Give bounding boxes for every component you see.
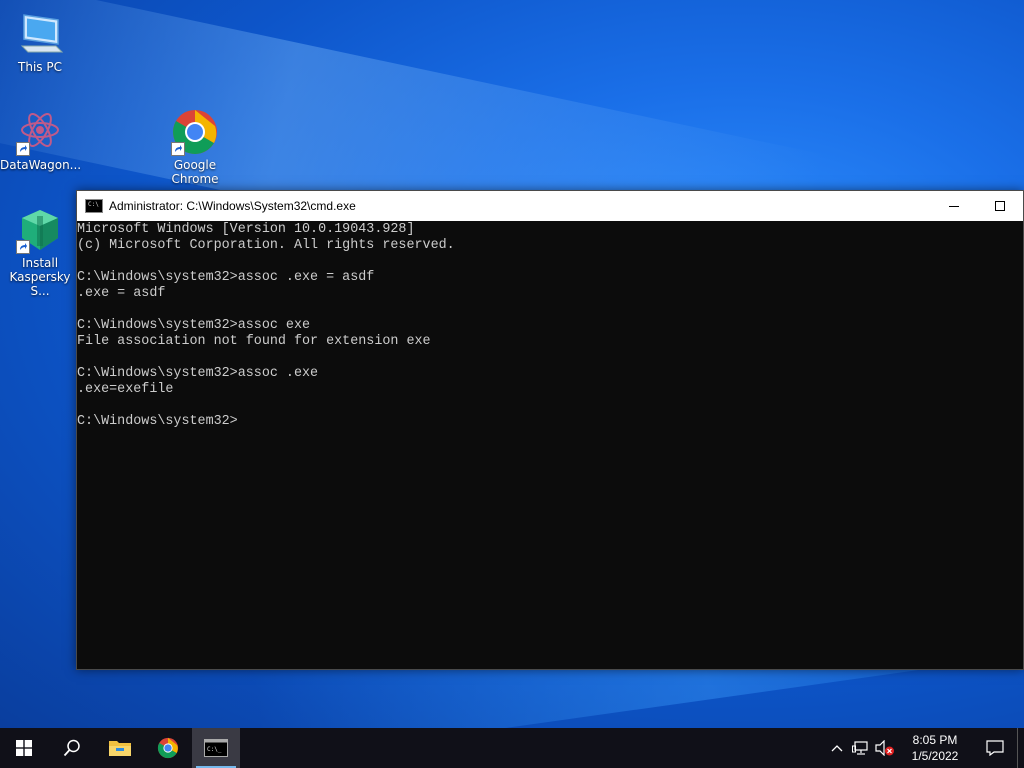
cmd-icon: C:\_ [204,739,228,757]
cmd-app-icon: C:\ [85,199,103,213]
notification-icon [986,740,1004,756]
cmd-window[interactable]: C:\ Administrator: C:\Windows\System32\c… [76,190,1024,670]
search-icon [63,739,80,757]
show-hidden-icons-button[interactable] [825,728,849,768]
maximize-icon [995,201,1005,211]
windows-logo-icon [16,740,32,756]
shortcut-arrow-icon [171,142,185,156]
computer-icon [16,10,64,58]
kaspersky-install-icon [16,206,64,254]
search-button[interactable] [48,728,96,768]
console-line: (c) Microsoft Corporation. All rights re… [77,238,455,253]
taskbar-chrome[interactable] [144,728,192,768]
folder-icon [109,741,131,756]
network-icon [852,741,868,755]
desktop-icon-google-chrome[interactable]: Google Chrome [155,108,235,186]
desktop-icon-datawagon[interactable]: DataWagon... [0,108,81,172]
volume-muted-icon [875,740,894,756]
taskbar-cmd[interactable]: C:\_ [192,728,240,768]
start-button[interactable] [0,728,48,768]
clock-time: 8:05 PM [912,733,958,747]
console-line: C:\Windows\system32>assoc .exe [77,366,319,381]
console-line: File association not found for extension… [77,334,431,349]
desktop-icon-install-kaspersky[interactable]: Install Kaspersky S... [0,206,80,298]
network-button[interactable] [849,728,873,768]
show-desktop-button[interactable] [1017,728,1024,768]
desktop: This PC DataWagon... Google Chrome Insta… [0,0,1024,728]
console-line: C:\Windows\system32>assoc exe [77,318,311,333]
window-title: Administrator: C:\Windows\System32\cmd.e… [109,199,356,213]
svg-text:C:\_: C:\_ [207,746,222,753]
taskbar: C:\_ 8:05 PM 1/5/2022 [0,728,1024,768]
chrome-icon [157,737,179,759]
console-output[interactable]: Microsoft Windows [Version 10.0.19043.92… [77,221,1023,430]
shortcut-arrow-icon [16,240,30,254]
minimize-icon [949,206,959,207]
system-tray: 8:05 PM 1/5/2022 [825,728,1024,768]
console-line: .exe = asdf [77,286,166,301]
desktop-icon-this-pc[interactable]: This PC [0,10,80,74]
window-title-bar[interactable]: C:\ Administrator: C:\Windows\System32\c… [77,191,1023,221]
taskbar-clock[interactable]: 8:05 PM 1/5/2022 [897,732,973,764]
console-line: Microsoft Windows [Version 10.0.19043.92… [77,222,415,237]
shortcut-arrow-icon [16,142,30,156]
minimize-button[interactable] [931,191,977,221]
taskbar-file-explorer[interactable] [96,728,144,768]
console-line: C:\Windows\system32> [77,414,238,429]
chevron-up-icon [831,745,843,752]
maximize-button[interactable] [977,191,1023,221]
volume-button[interactable] [873,728,897,768]
console-line: C:\Windows\system32>assoc .exe = asdf [77,270,375,285]
datawagon-icon [16,108,64,156]
console-line: .exe=exefile [77,382,174,397]
chrome-icon [171,108,219,156]
clock-date: 1/5/2022 [911,749,959,763]
action-center-button[interactable] [973,728,1017,768]
